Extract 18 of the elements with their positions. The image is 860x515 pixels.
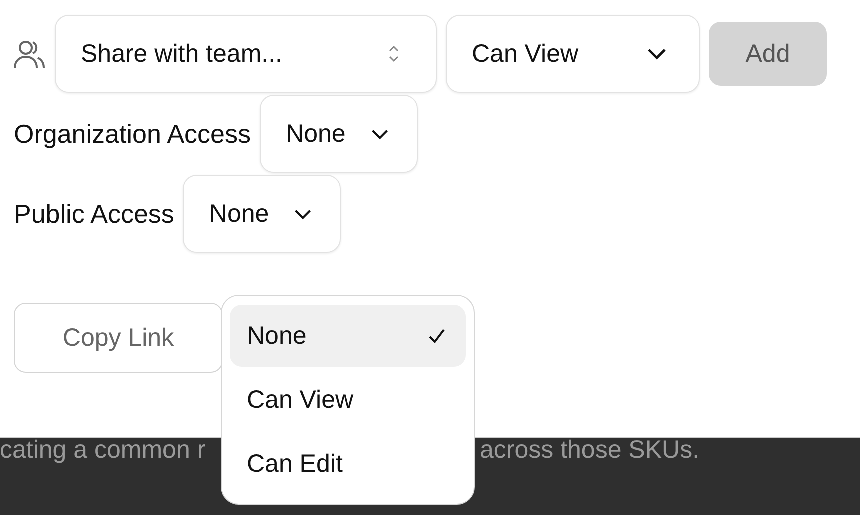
access-label: Organization Access xyxy=(14,118,252,150)
updown-icon xyxy=(388,44,400,64)
chevron-down-icon xyxy=(371,128,390,140)
people-icon xyxy=(14,39,46,69)
access-select[interactable]: None xyxy=(183,175,342,253)
access-label: Public Access xyxy=(14,198,174,230)
chevron-down-icon xyxy=(647,48,667,60)
copy-link-button[interactable]: Copy Link xyxy=(14,303,223,373)
background-text: cating a common r xyxy=(0,436,206,465)
menu-option[interactable]: None xyxy=(230,305,466,367)
chevron-down-icon xyxy=(294,208,312,220)
checkmark-icon xyxy=(428,327,446,345)
access-select[interactable]: None xyxy=(260,95,418,173)
background-text: across those SKUs. xyxy=(480,436,700,465)
permission-select[interactable]: Can View xyxy=(446,15,700,93)
menu-option[interactable]: Can Edit xyxy=(230,433,466,495)
menu-option[interactable]: Can View xyxy=(230,369,466,431)
team-select[interactable]: Share with team... xyxy=(55,15,437,93)
